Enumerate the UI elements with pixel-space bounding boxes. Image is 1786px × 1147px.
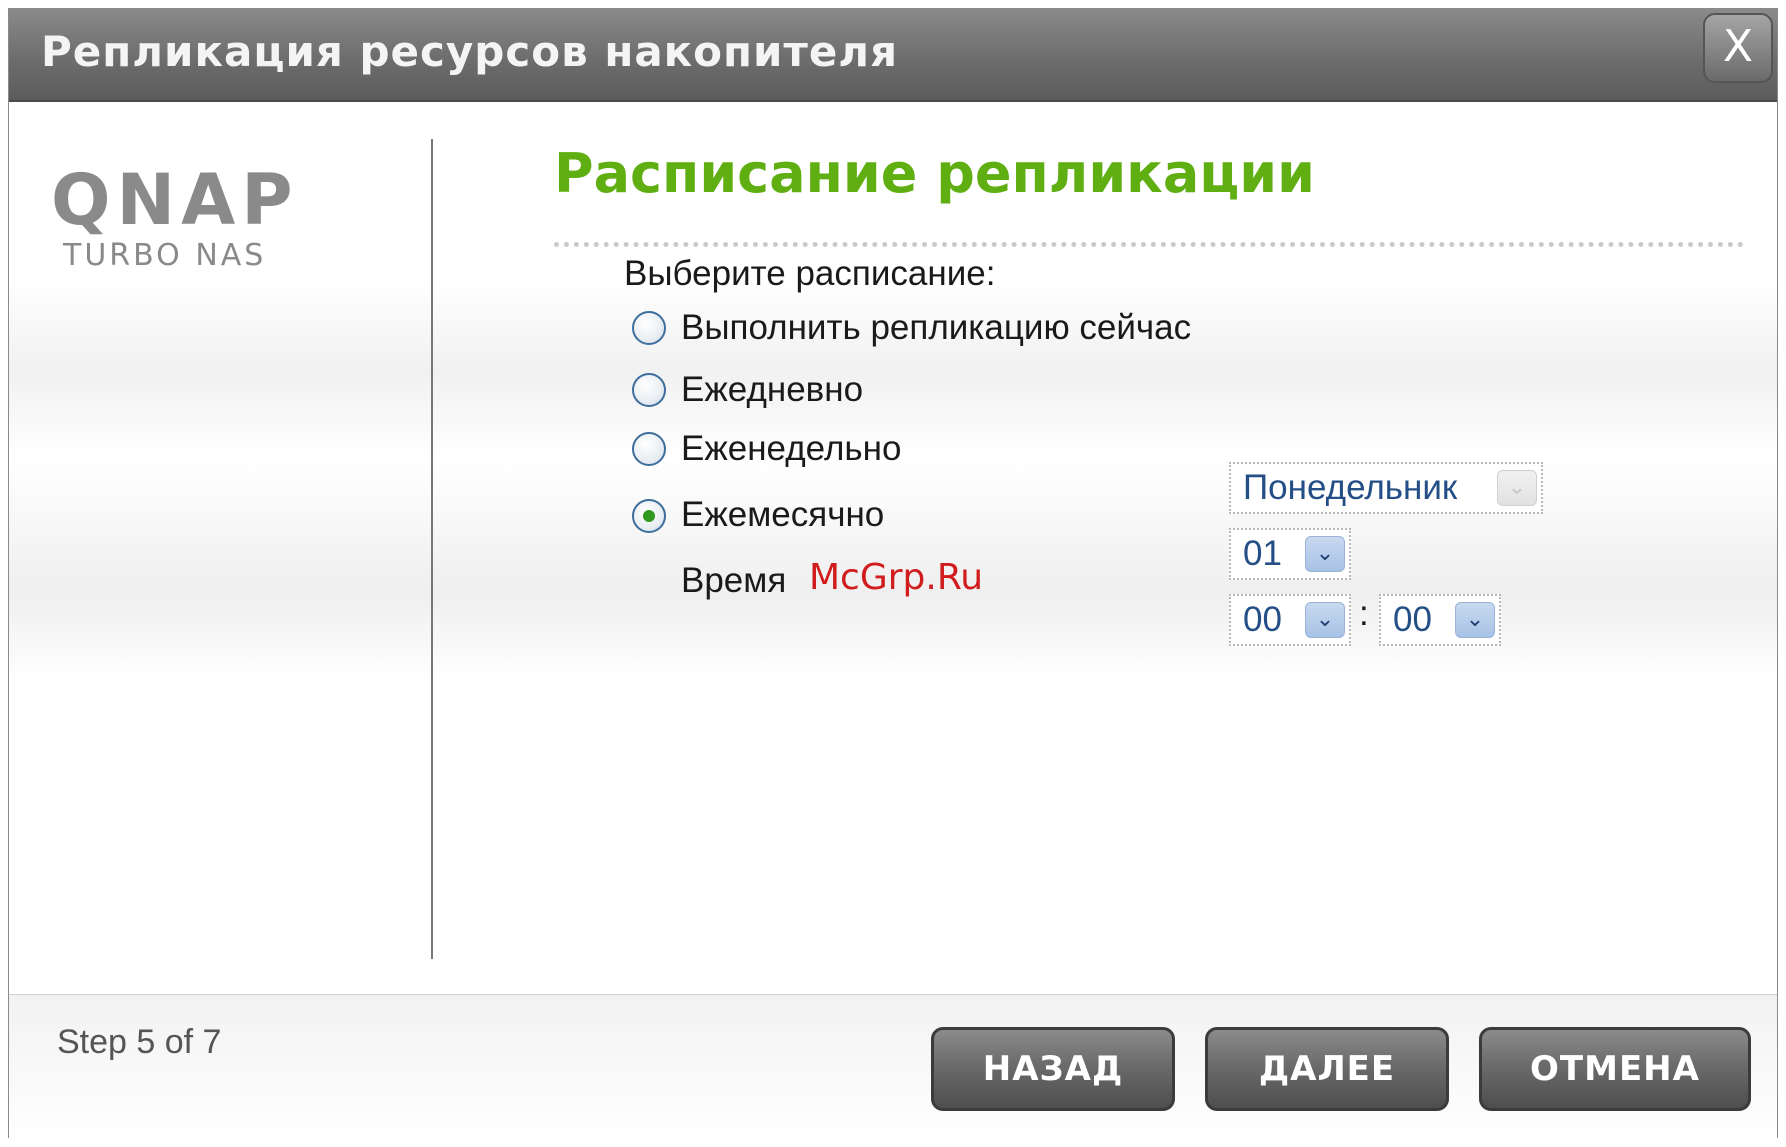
qnap-logo: QNAP TURBO NAS [51,164,351,274]
cancel-button[interactable]: ОТМЕНА [1479,1027,1751,1111]
radio-daily[interactable] [632,373,666,407]
back-button[interactable]: НАЗАД [931,1027,1175,1111]
chevron-down-icon: ⌄ [1455,602,1495,638]
time-separator: : [1359,594,1369,633]
weekday-select[interactable]: Понедельник ⌄ [1229,462,1543,514]
chevron-down-icon: ⌄ [1497,470,1537,506]
weekday-select-value: Понедельник [1243,468,1458,507]
radio-label-daily[interactable]: Ежедневно [681,370,863,410]
radio-label-weekly[interactable]: Еженедельно [681,429,901,469]
chevron-down-icon: ⌄ [1305,602,1345,638]
dialog-content: QNAP TURBO NAS Расписание репликации Выб… [9,102,1777,994]
logo-subtitle: TURBO NAS [63,238,267,273]
hour-select-value: 00 [1243,600,1282,639]
dialog-window: Репликация ресурсов накопителя X QNAP TU… [8,8,1778,1140]
radio-monthly[interactable] [632,499,666,533]
dialog-title: Репликация ресурсов накопителя [41,27,899,76]
minute-select[interactable]: 00 ⌄ [1379,594,1501,646]
dialog-footer: Step 5 of 7 НАЗАД ДАЛЕЕ ОТМЕНА [9,994,1777,1140]
radio-label-replicate-now[interactable]: Выполнить репликацию сейчас [681,308,1191,348]
radio-replicate-now[interactable] [632,311,666,345]
time-label: Время [681,561,787,600]
watermark: McGrp.Ru [809,557,984,598]
step-indicator: Step 5 of 7 [57,1023,222,1061]
logo-text: QNAP [51,159,299,241]
page-heading: Расписание репликации [554,142,1315,205]
schedule-prompt: Выберите расписание: [624,254,996,293]
radio-label-monthly[interactable]: Ежемесячно [681,495,884,535]
close-icon: X [1722,21,1754,72]
minute-select-value: 00 [1393,600,1432,639]
vertical-divider [431,139,433,959]
close-button[interactable]: X [1703,13,1773,83]
chevron-down-icon: ⌄ [1305,536,1345,572]
day-select-value: 01 [1243,534,1282,573]
dotted-separator [554,242,1744,247]
radio-weekly[interactable] [632,432,666,466]
day-select[interactable]: 01 ⌄ [1229,528,1351,580]
next-button[interactable]: ДАЛЕЕ [1205,1027,1449,1111]
title-bar: Репликация ресурсов накопителя X [9,9,1777,102]
hour-select[interactable]: 00 ⌄ [1229,594,1351,646]
